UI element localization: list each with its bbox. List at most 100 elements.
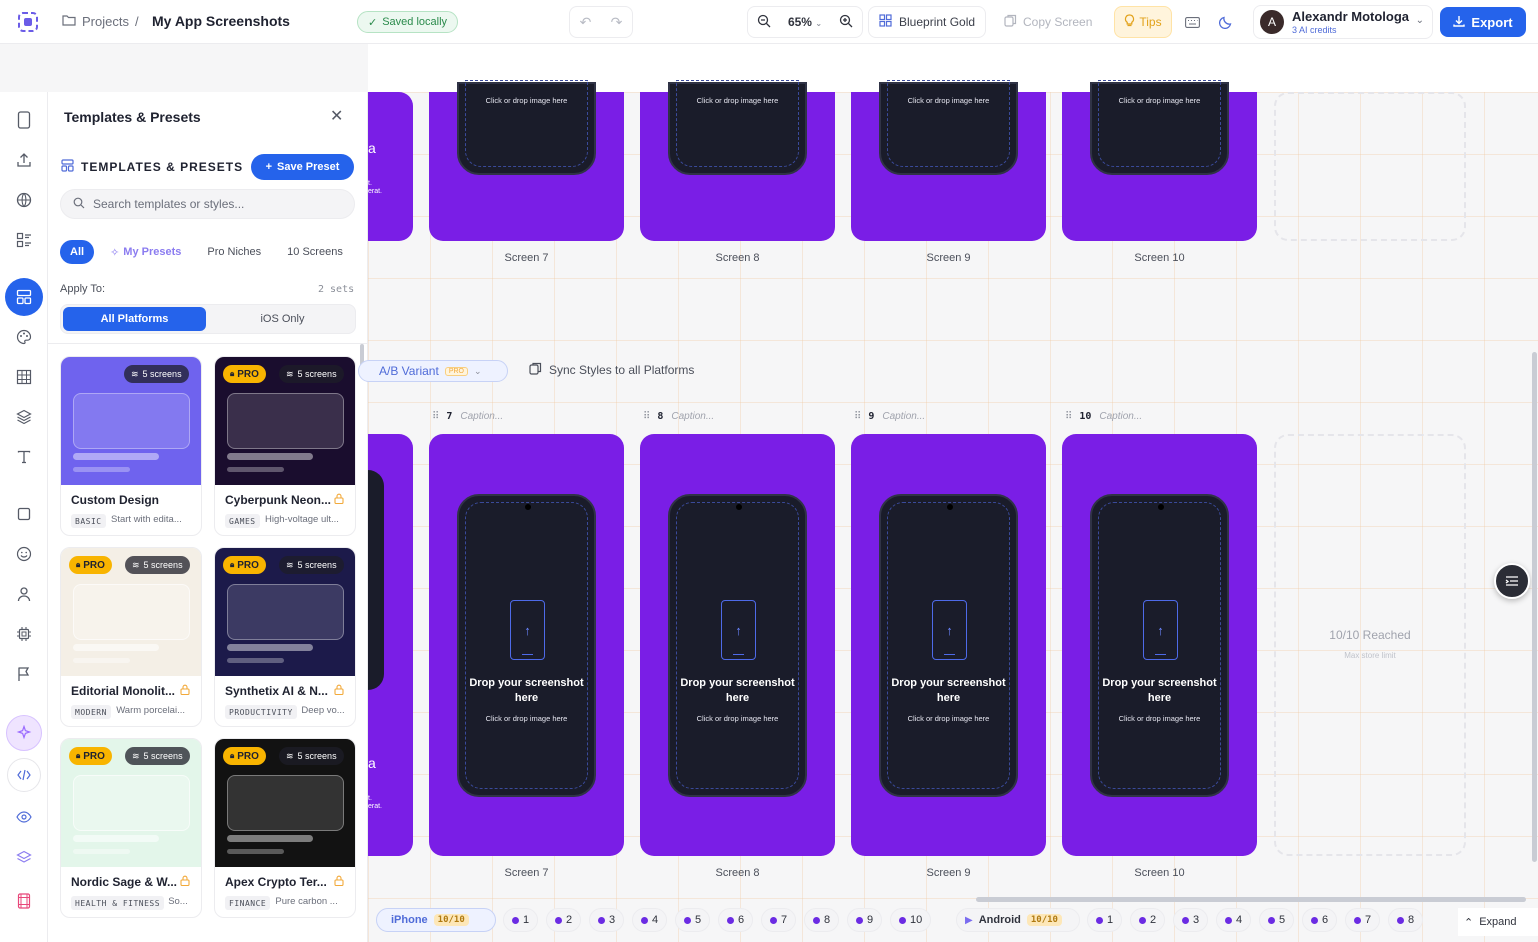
- screen-thumb-button[interactable]: 6: [718, 908, 754, 932]
- screen-dot: [598, 916, 605, 924]
- screen-thumb-button[interactable]: 5: [1259, 908, 1295, 932]
- screen-thumb-button[interactable]: 5: [675, 908, 711, 932]
- user-menu[interactable]: A Alexandr Motologa 3 AI credits ⌄: [1253, 5, 1433, 39]
- screen-thumb-button[interactable]: 2: [1130, 908, 1166, 932]
- project-title[interactable]: My App Screenshots: [152, 13, 290, 29]
- save-preset-button[interactable]: + Save Preset: [251, 154, 354, 180]
- device-icon[interactable]: [0, 102, 48, 138]
- screen-thumb-button[interactable]: 1: [503, 908, 539, 932]
- filter-chip-pro-niches[interactable]: Pro Niches: [197, 240, 271, 264]
- breadcrumb-projects[interactable]: Projects: [82, 14, 129, 29]
- square-icon[interactable]: [0, 496, 48, 532]
- palette-icon[interactable]: [0, 319, 48, 355]
- screen-thumb-button[interactable]: 4: [1216, 908, 1252, 932]
- theme-button[interactable]: Blueprint Gold: [868, 6, 987, 38]
- phone-mockup[interactable]: ↑ Drop your screenshot here Click or drop …: [668, 494, 807, 797]
- template-card[interactable]: 🔒︎ PRO ≋ 5 screens Apex Crypto Ter... FINANCE…: [214, 738, 356, 918]
- screen-thumb-button[interactable]: 6: [1302, 908, 1338, 932]
- phone-mockup[interactable]: Click or drop image here: [879, 80, 1018, 175]
- caption-field[interactable]: ⠿ 8 Caption...: [643, 411, 714, 422]
- flag-icon[interactable]: [0, 656, 48, 692]
- template-card[interactable]: 🔒︎ PRO ≋ 5 screens Synthetix AI & N... PRODUC…: [214, 547, 356, 727]
- caption-field[interactable]: ⠿ 10 Caption...: [1065, 411, 1142, 422]
- copy-screen-button[interactable]: Copy Screen: [996, 6, 1100, 38]
- screen-thumb-button[interactable]: 2: [546, 908, 582, 932]
- caption-field[interactable]: ⠿ 7 Caption...: [432, 411, 503, 422]
- search-input[interactable]: Search templates or styles...: [60, 189, 355, 219]
- vertical-scrollbar[interactable]: [1532, 352, 1537, 862]
- text-icon[interactable]: [0, 439, 48, 475]
- caption-field[interactable]: ⠿ 9 Caption...: [854, 411, 925, 422]
- drag-handle-icon[interactable]: ⠿: [854, 411, 861, 422]
- screen-thumb-button[interactable]: 10: [890, 908, 932, 932]
- drag-handle-icon[interactable]: ⠿: [432, 411, 439, 422]
- templates-icon[interactable]: [0, 278, 48, 316]
- zoom-level[interactable]: 65% ⌄: [788, 15, 822, 29]
- ab-variant-dropdown[interactable]: A/B Variant PRO ⌄: [358, 360, 508, 382]
- screen-thumb-button[interactable]: 8: [804, 908, 840, 932]
- phone-mockup[interactable]: Click or drop image here: [668, 80, 807, 175]
- list-icon[interactable]: [0, 222, 48, 258]
- platform-android-tab[interactable]: ▶ Android 10/10: [956, 908, 1080, 932]
- tips-button[interactable]: Tips: [1114, 6, 1172, 38]
- filter-chip-my-presets[interactable]: ✧ My Presets: [100, 240, 191, 264]
- partial-frame[interactable]: [368, 92, 413, 241]
- globe-icon[interactable]: [0, 182, 48, 218]
- filter-chip-10-screens[interactable]: 10 Screens: [277, 240, 353, 264]
- sync-styles-label: Sync Styles to all Platforms: [549, 363, 695, 377]
- template-card[interactable]: 🔒︎ PRO ≋ 5 screens Nordic Sage & W... HEALTH …: [60, 738, 202, 918]
- zoom-out-icon[interactable]: [757, 14, 771, 31]
- drag-handle-icon[interactable]: ⠿: [1065, 411, 1072, 422]
- segment-ios-only[interactable]: iOS Only: [211, 307, 354, 331]
- platform-ios-tab[interactable]: iPhone 10/10: [376, 908, 496, 932]
- layers-icon[interactable]: [0, 399, 48, 435]
- grid-icon[interactable]: [0, 359, 48, 395]
- screen-thumb-button[interactable]: 7: [1345, 908, 1381, 932]
- export-button[interactable]: Export: [1440, 7, 1526, 37]
- phone-mockup[interactable]: Click or drop image here: [1090, 80, 1229, 175]
- app-logo-icon[interactable]: [16, 10, 40, 34]
- film-icon[interactable]: [0, 883, 48, 919]
- zoom-in-icon[interactable]: [839, 14, 853, 31]
- screen-dot: [1268, 916, 1275, 924]
- lock-icon: [334, 684, 344, 698]
- filter-chip-all[interactable]: All: [60, 240, 95, 264]
- keyboard-icon[interactable]: [1180, 10, 1204, 34]
- screen-thumb-button[interactable]: 3: [1173, 908, 1209, 932]
- screen-thumb-button[interactable]: 9: [847, 908, 883, 932]
- screen-thumb-button[interactable]: 7: [761, 908, 797, 932]
- person-icon[interactable]: [0, 576, 48, 612]
- chevron-right-icon[interactable]: ›: [350, 240, 356, 264]
- plus-icon: +: [265, 161, 273, 173]
- sync-styles-button[interactable]: Sync Styles to all Platforms: [529, 362, 694, 378]
- template-card[interactable]: 🔒︎ PRO ≋ 5 screens Editorial Monolit... MODER…: [60, 547, 202, 727]
- horizontal-scrollbar[interactable]: [976, 897, 1526, 902]
- phone-mockup[interactable]: ↑ Drop your screenshot here Click or drop …: [1090, 494, 1229, 797]
- phone-mockup[interactable]: Click or drop image here: [457, 80, 596, 175]
- limit-reached-subtext: Max store limit: [1344, 651, 1396, 660]
- screen-thumb-button[interactable]: 1: [1087, 908, 1123, 932]
- screen-thumb-button[interactable]: 4: [632, 908, 668, 932]
- stack-icon[interactable]: [0, 840, 48, 876]
- upload-icon[interactable]: [0, 142, 48, 178]
- phone-mockup[interactable]: ↑ Drop your screenshot here Click or drop …: [879, 494, 1018, 797]
- drag-handle-icon[interactable]: ⠿: [643, 411, 650, 422]
- code-icon[interactable]: [0, 757, 48, 793]
- moon-icon[interactable]: [1214, 10, 1238, 34]
- ai-sparkle-icon[interactable]: [0, 715, 48, 751]
- phone-mockup[interactable]: ↑ Drop your screenshot here Click or drop …: [457, 494, 596, 797]
- screen-thumb-button[interactable]: 8: [1388, 908, 1424, 932]
- segment-all-platforms[interactable]: All Platforms: [63, 307, 206, 331]
- add-screen-slot[interactable]: [1274, 92, 1466, 241]
- close-icon[interactable]: ✕: [330, 106, 343, 126]
- screen-thumb-button[interactable]: 3: [589, 908, 625, 932]
- template-card[interactable]: ≋ 5 screens Custom Design BASIC Start with e…: [60, 356, 202, 536]
- emoji-icon[interactable]: [0, 536, 48, 572]
- eye-icon[interactable]: [0, 799, 48, 835]
- layers-toggle-button[interactable]: [1494, 563, 1530, 599]
- undo-icon[interactable]: ↶: [580, 14, 592, 31]
- chip-icon[interactable]: [0, 616, 48, 652]
- redo-icon[interactable]: ↷: [611, 14, 623, 31]
- template-card[interactable]: 🔒︎ PRO ≋ 5 screens Cyberpunk Neon... GAMES Hig…: [214, 356, 356, 536]
- expand-button[interactable]: ⌃ Expand: [1458, 908, 1538, 936]
